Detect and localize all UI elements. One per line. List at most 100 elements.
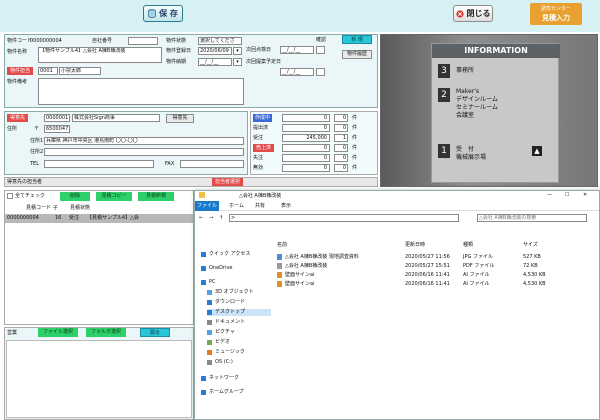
edit-button[interactable]: 新 規 <box>342 35 372 44</box>
stat-label: 受注 <box>253 135 264 141</box>
save-button[interactable]: 保 存 <box>143 5 183 22</box>
nav-item[interactable]: クイック アクセス <box>201 251 250 258</box>
address1-field[interactable]: 兵庫県 神戸市中央区 港島南町 〇〇-〇〇 <box>44 137 244 145</box>
company-no-field[interactable] <box>128 37 158 45</box>
sign-title: INFORMATION <box>432 44 560 58</box>
address2-field[interactable] <box>44 148 244 156</box>
client-select-button[interactable]: 得意先 <box>166 114 194 123</box>
stat-count: 0 <box>334 154 348 162</box>
nav-item[interactable]: ビデオ <box>207 339 230 346</box>
registered-date-label: 物件登録日 <box>166 48 192 54</box>
next-visit-field[interactable]: __/__/__ <box>280 68 314 76</box>
tab-file[interactable]: ファイル <box>195 201 219 211</box>
nav-item[interactable]: ネットワーク <box>201 375 239 382</box>
client-code-field[interactable]: 0000001 <box>44 114 70 122</box>
arrow-up-icon: ▲ <box>532 146 542 156</box>
tab-view[interactable]: 表示 <box>281 202 291 210</box>
close-button[interactable]: 閉じる <box>453 5 493 22</box>
close-window-icon[interactable]: ✕ <box>583 191 587 199</box>
file-date: 2020/05/27 15:51 <box>405 263 450 269</box>
next-visit-checkbox[interactable] <box>316 68 325 76</box>
row-code: 0000000004 <box>7 215 39 221</box>
next-contact-checkbox[interactable] <box>316 46 325 54</box>
header-size[interactable]: サイズ <box>523 241 538 249</box>
fax-label: FAX <box>165 161 175 167</box>
registered-date-field[interactable]: 2020/06/09 <box>198 47 232 55</box>
remarks-field[interactable] <box>38 78 244 105</box>
client-name-field[interactable]: 株式会社Sign商事 <box>72 114 160 122</box>
stat-count: 0 <box>334 144 348 152</box>
tab-home[interactable]: ホーム <box>229 202 244 210</box>
stat-count: 0 <box>334 124 348 132</box>
floor3-text: 事務所 <box>456 67 475 74</box>
next-contact-field[interactable]: __/__/__ <box>280 46 314 54</box>
music-icon <box>207 350 212 355</box>
nav-item[interactable]: PC <box>201 279 216 286</box>
open-button[interactable]: 開る <box>140 328 170 337</box>
row-child: 16 <box>55 215 62 221</box>
address2-label: 住所2 <box>30 149 44 155</box>
nav-item[interactable]: 3D オブジェクト <box>207 289 254 296</box>
file-row[interactable]: 壁面サインai 2020/06/16 11:41 AI ファイル 4,530 KB <box>277 271 587 279</box>
file-name: △会社 A棟B棟改装 現地調査資料 <box>285 254 359 260</box>
copy-estimate-button[interactable]: 見積コピー <box>96 192 132 201</box>
owner-label: 物件担当 <box>7 67 34 75</box>
file-row[interactable]: 壁面サインai 2020/06/16 11:41 AI ファイル 4,530 KB <box>277 280 587 288</box>
stat-label: 提出済 <box>253 125 269 131</box>
header-date[interactable]: 更新日時 <box>405 241 425 249</box>
nav-item[interactable]: ピクチャ <box>207 329 235 336</box>
new-estimate-button[interactable]: 見積新規 <box>138 192 174 201</box>
header-type[interactable]: 種類 <box>463 241 473 249</box>
nav-item[interactable]: ダウンロード <box>207 299 245 306</box>
owner-name-field[interactable]: 小宗太郎 <box>59 67 101 75</box>
nav-label: ダウンロード <box>215 299 246 305</box>
nav-item[interactable]: ミュージック <box>207 349 245 356</box>
nav-item[interactable]: デスクトップ <box>207 309 271 316</box>
table-row[interactable]: 0000000004 16 受注 【見積サンプル4】△会 <box>5 214 193 223</box>
delivery-label: 物件納期 <box>166 59 187 65</box>
status-line2: 見積入力 <box>542 14 570 22</box>
staff-select-button[interactable]: 担当者選択 <box>212 178 244 186</box>
business-label: 営業 <box>7 330 18 336</box>
client-label: 得意先 <box>7 114 29 122</box>
up-icon[interactable]: ↑ <box>219 214 223 222</box>
tab-share[interactable]: 共有 <box>255 202 265 210</box>
delete-button[interactable]: 削除 <box>60 192 90 201</box>
postal-field[interactable]: 6500047 <box>44 125 70 133</box>
property-name-field[interactable]: 【物件サンプル4】△会社 A棟B棟改装 <box>38 47 162 63</box>
search-input[interactable]: △会社 A棟B棟改装の検索 <box>477 214 587 222</box>
nav-label: ドキュメント <box>215 319 246 325</box>
delivery-date-field[interactable]: __/__/__ <box>198 58 232 66</box>
nav-item[interactable]: ドキュメント <box>207 319 245 326</box>
check-all-label: 全てチェック <box>15 193 46 199</box>
delivery-dropdown[interactable]: ▾ <box>233 58 242 66</box>
stat-unit: 件 <box>352 155 358 161</box>
file-date: 2020/06/16 11:41 <box>405 272 450 278</box>
calendar-dropdown[interactable]: ▾ <box>233 47 242 55</box>
close-label: 閉じる <box>466 9 491 18</box>
property-status-select[interactable]: 選択してくださ <box>198 37 242 45</box>
file-row[interactable]: △会社 A棟B棟改装 2020/05/27 15:51 PDF ファイル 72 KB <box>277 262 587 270</box>
folder-select-button[interactable]: フォルダ選択 <box>86 328 126 337</box>
forward-icon[interactable]: → <box>209 214 213 222</box>
file-explorer-window: △会社 A棟B棟改装 — ☐ ✕ ファイル ホーム 共有 表示 ← → ↑ > … <box>194 190 600 420</box>
minimize-icon[interactable]: — <box>547 191 552 199</box>
header-name[interactable]: 名前 <box>277 241 287 249</box>
fax-field[interactable] <box>180 160 244 168</box>
address-bar[interactable]: > <box>229 214 459 222</box>
nav-item[interactable]: OS (C:) <box>207 359 233 366</box>
nav-label: PC <box>209 279 216 285</box>
tel-field[interactable] <box>44 160 154 168</box>
file-row[interactable]: △会社 A棟B棟改装 現地調査資料 2020/05/27 11:56 JPG ファイ… <box>277 253 587 261</box>
desktop-icon <box>207 310 212 315</box>
check-all-checkbox[interactable] <box>7 193 13 199</box>
maximize-icon[interactable]: ☐ <box>565 191 569 199</box>
business-notes[interactable] <box>6 340 192 418</box>
history-button[interactable]: 物件履歴 <box>342 50 372 59</box>
stat-label: 売上済 <box>253 144 275 152</box>
file-select-button[interactable]: ファイル選択 <box>38 328 78 337</box>
back-icon[interactable]: ← <box>199 214 203 222</box>
owner-code-field[interactable]: 0001 <box>38 67 58 75</box>
nav-item[interactable]: ホームグループ <box>201 389 244 396</box>
nav-item[interactable]: OneDrive <box>201 265 233 272</box>
